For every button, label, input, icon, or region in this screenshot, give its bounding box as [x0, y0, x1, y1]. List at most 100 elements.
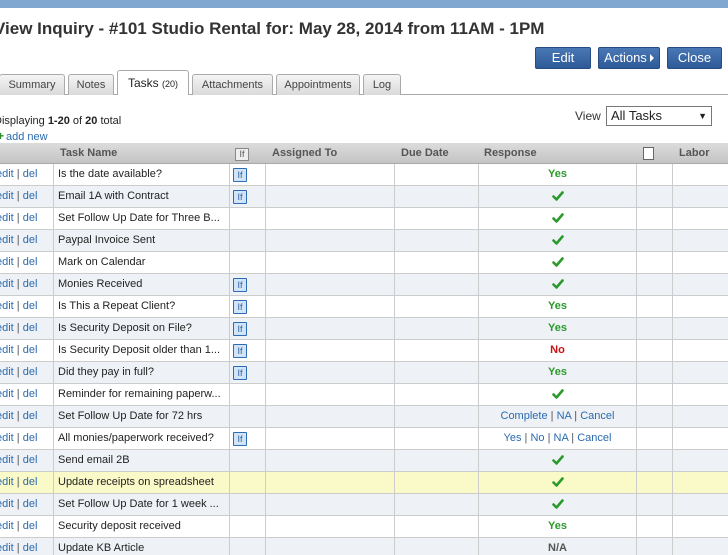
row-edit-link[interactable]: edit: [0, 168, 14, 180]
if-condition-icon[interactable]: If: [233, 300, 247, 314]
row-delete-link[interactable]: del: [23, 256, 38, 268]
row-delete-link[interactable]: del: [23, 388, 38, 400]
table-row[interactable]: edit | delMonies ReceivedIf: [0, 274, 728, 296]
table-row[interactable]: edit | delEmail 1A with ContractIf: [0, 186, 728, 208]
row-edit-link[interactable]: edit: [0, 388, 14, 400]
column-response[interactable]: Response: [484, 147, 537, 159]
row-delete-link[interactable]: del: [23, 322, 38, 334]
column-assigned-to[interactable]: Assigned To: [272, 147, 337, 159]
row-delete-link[interactable]: del: [23, 498, 38, 510]
table-row[interactable]: edit | delAll monies/paperwork received?…: [0, 428, 728, 450]
row-delete-link[interactable]: del: [23, 212, 38, 224]
response-option-link[interactable]: NA: [554, 432, 569, 444]
response-option-link[interactable]: Cancel: [577, 432, 611, 444]
if-condition-icon[interactable]: If: [233, 432, 247, 446]
add-new-link[interactable]: + add new: [0, 129, 48, 143]
row-edit-link[interactable]: edit: [0, 432, 14, 444]
tab-appointments[interactable]: Appointments: [276, 74, 360, 95]
response-option-link[interactable]: NA: [557, 410, 572, 422]
row-edit-link[interactable]: edit: [0, 190, 14, 202]
row-delete-link[interactable]: del: [23, 542, 38, 554]
column-labor[interactable]: Labor: [679, 147, 710, 159]
row-edit-link[interactable]: edit: [0, 234, 14, 246]
row-delete-link[interactable]: del: [23, 190, 38, 202]
response-value[interactable]: N/A: [548, 542, 567, 554]
table-row[interactable]: edit | delIs Security Deposit on File?If…: [0, 318, 728, 340]
table-row[interactable]: edit | delSet Follow Up Date for 1 week …: [0, 494, 728, 516]
row-delete-link[interactable]: del: [23, 520, 38, 532]
row-edit-link[interactable]: edit: [0, 410, 14, 422]
attachment-cell: [637, 274, 673, 295]
row-delete-link[interactable]: del: [23, 432, 38, 444]
row-delete-link[interactable]: del: [23, 476, 38, 488]
response-option-link[interactable]: Yes: [504, 432, 522, 444]
if-condition-icon[interactable]: If: [233, 344, 247, 358]
edit-button[interactable]: Edit: [535, 47, 591, 69]
row-edit-link[interactable]: edit: [0, 454, 14, 466]
response-value[interactable]: No: [550, 344, 565, 356]
attachment-cell: [637, 472, 673, 493]
tab-summary[interactable]: Summary: [0, 74, 65, 95]
table-row[interactable]: edit | delPaypal Invoice Sent: [0, 230, 728, 252]
record-count-suffix: total: [97, 115, 122, 127]
column-if[interactable]: If: [235, 148, 249, 161]
row-delete-link[interactable]: del: [23, 278, 38, 290]
assigned-to-cell: [266, 538, 395, 555]
view-filter-select[interactable]: All Tasks ▼: [606, 106, 712, 126]
document-icon[interactable]: [643, 147, 654, 160]
tab-notes[interactable]: Notes: [68, 74, 114, 95]
table-row[interactable]: edit | delSend email 2B: [0, 450, 728, 472]
column-task-name[interactable]: Task Name: [60, 147, 117, 159]
response-value[interactable]: Yes: [548, 322, 567, 334]
row-edit-link[interactable]: edit: [0, 300, 14, 312]
row-edit-link[interactable]: edit: [0, 476, 14, 488]
if-condition-icon[interactable]: If: [233, 278, 247, 292]
row-delete-link[interactable]: del: [23, 366, 38, 378]
table-row[interactable]: edit | delUpdate KB Article N/A: [0, 538, 728, 555]
tab-tasks[interactable]: Tasks (20): [117, 70, 189, 95]
response-option-link[interactable]: Cancel: [580, 410, 614, 422]
row-edit-link[interactable]: edit: [0, 322, 14, 334]
row-delete-link[interactable]: del: [23, 344, 38, 356]
row-delete-link[interactable]: del: [23, 300, 38, 312]
if-condition-icon[interactable]: If: [233, 168, 247, 182]
table-row[interactable]: edit | delReminder for remaining paperw.…: [0, 384, 728, 406]
table-row[interactable]: edit | delUpdate receipts on spreadsheet: [0, 472, 728, 494]
row-delete-link[interactable]: del: [23, 410, 38, 422]
table-row[interactable]: edit | delIs the date available?If Yes: [0, 164, 728, 186]
table-row[interactable]: edit | delSet Follow Up Date for Three B…: [0, 208, 728, 230]
if-condition-icon[interactable]: If: [233, 366, 247, 380]
table-row[interactable]: edit | delSecurity deposit received Yes: [0, 516, 728, 538]
if-condition-icon[interactable]: If: [233, 190, 247, 204]
row-edit-link[interactable]: edit: [0, 344, 14, 356]
row-delete-link[interactable]: del: [23, 454, 38, 466]
checkmark-icon: [551, 476, 564, 488]
table-row[interactable]: edit | delMark on Calendar: [0, 252, 728, 274]
row-edit-link[interactable]: edit: [0, 278, 14, 290]
tab-attachments[interactable]: Attachments: [192, 74, 273, 95]
assigned-to-cell: [266, 186, 395, 207]
column-due-date[interactable]: Due Date: [401, 147, 449, 159]
row-edit-link[interactable]: edit: [0, 498, 14, 510]
row-edit-link[interactable]: edit: [0, 256, 14, 268]
response-option-link[interactable]: Complete: [501, 410, 548, 422]
row-delete-link[interactable]: del: [23, 168, 38, 180]
tab-log[interactable]: Log: [363, 74, 401, 95]
table-row[interactable]: edit | delIs This a Repeat Client?If Yes: [0, 296, 728, 318]
table-row[interactable]: edit | delIs Security Deposit older than…: [0, 340, 728, 362]
row-edit-link[interactable]: edit: [0, 542, 14, 554]
response-value[interactable]: Yes: [548, 520, 567, 532]
actions-button[interactable]: Actions: [598, 47, 660, 69]
if-condition-icon[interactable]: If: [233, 322, 247, 336]
response-value[interactable]: Yes: [548, 366, 567, 378]
row-edit-link[interactable]: edit: [0, 366, 14, 378]
row-edit-link[interactable]: edit: [0, 520, 14, 532]
table-row[interactable]: edit | delDid they pay in full?If Yes: [0, 362, 728, 384]
table-row[interactable]: edit | delSet Follow Up Date for 72 hrs C…: [0, 406, 728, 428]
response-value[interactable]: Yes: [548, 300, 567, 312]
row-edit-link[interactable]: edit: [0, 212, 14, 224]
close-button[interactable]: Close: [667, 47, 722, 69]
row-delete-link[interactable]: del: [23, 234, 38, 246]
response-value[interactable]: Yes: [548, 168, 567, 180]
response-option-link[interactable]: No: [530, 432, 544, 444]
